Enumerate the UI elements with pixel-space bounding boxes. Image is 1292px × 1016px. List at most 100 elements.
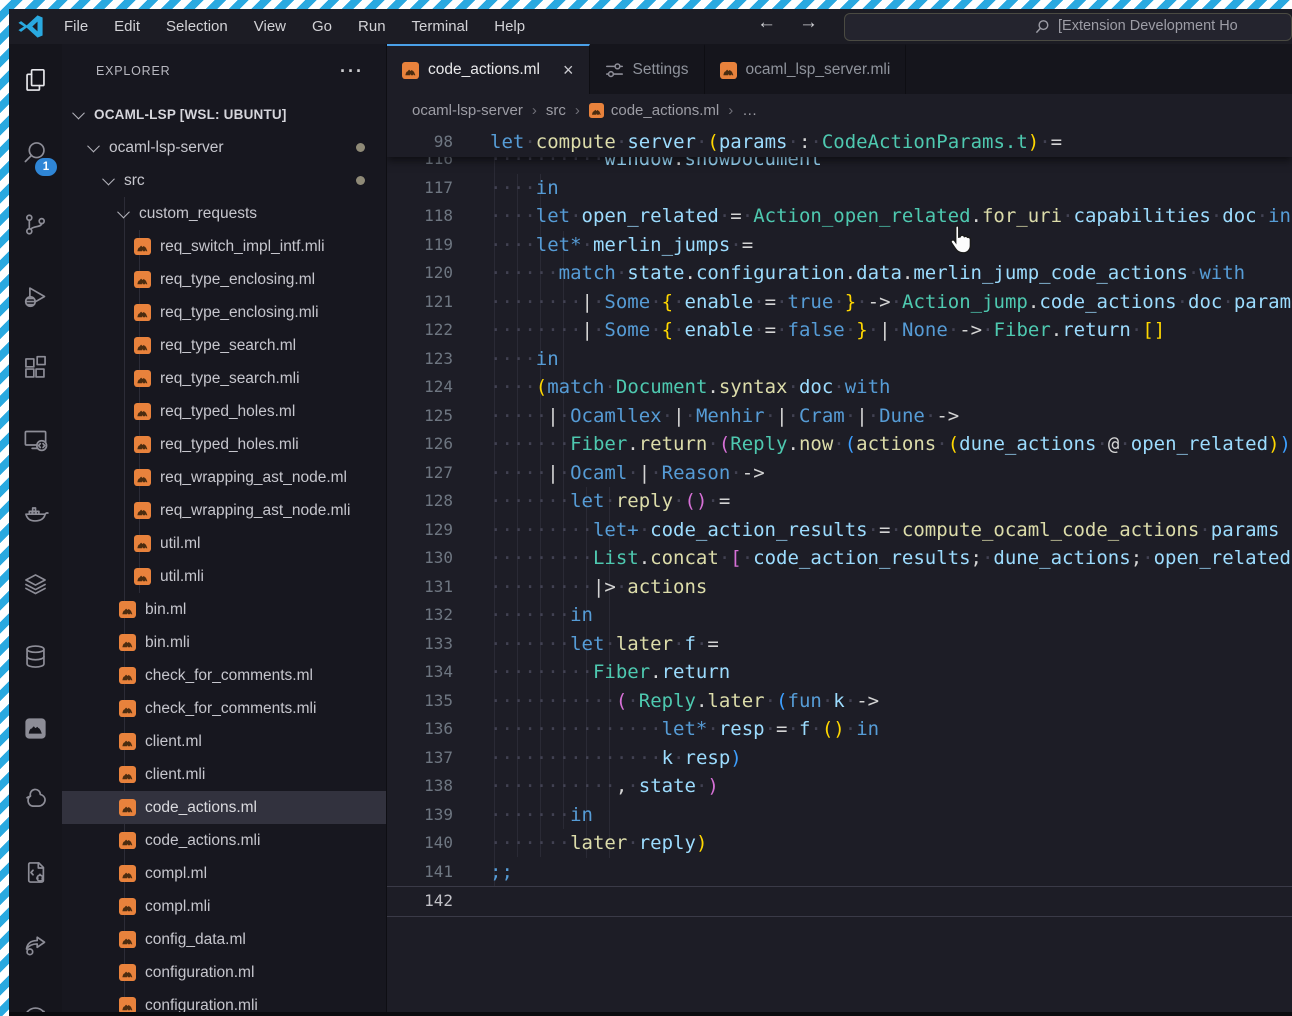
layers-icon[interactable] (9, 548, 62, 620)
tree-item-ocaml-lsp-server[interactable]: ocaml-lsp-server (62, 131, 386, 164)
tree-item-req_type_enclosing.mli[interactable]: req_type_enclosing.mli (62, 296, 386, 329)
code-viewport[interactable]: 116··········window.showDocument117····i… (387, 127, 1292, 1016)
tree-item-OCAML-LSP [WSL: UBUNTU][interactable]: OCAML-LSP [WSL: UBUNTU] (62, 98, 386, 131)
menu-terminal[interactable]: Terminal (399, 18, 482, 35)
code-line-121[interactable]: 121········|·Some·{·enable·=·true·}·->·A… (387, 288, 1292, 317)
tree-item-configuration.ml[interactable]: configuration.ml (62, 956, 386, 989)
tree-item-code_actions.mli[interactable]: code_actions.mli (62, 824, 386, 857)
tree-item-req_type_search.ml[interactable]: req_type_search.ml (62, 329, 386, 362)
extensions-icon[interactable] (9, 332, 62, 404)
code-line-127[interactable]: 127·····|·Ocaml·|·Reason·-> (387, 459, 1292, 488)
breadcrumb-item[interactable]: code_actions.ml (589, 102, 719, 119)
close-icon[interactable]: × (563, 60, 574, 81)
code-line-119[interactable]: 119····let*·merlin_jumps·= (387, 231, 1292, 260)
search-icon[interactable]: 1 (9, 116, 62, 188)
code-line-139[interactable]: 139·······in (387, 801, 1292, 830)
tree-item-custom_requests[interactable]: custom_requests (62, 197, 386, 230)
code-line-137[interactable]: 137···············k·resp) (387, 744, 1292, 773)
menu-selection[interactable]: Selection (153, 18, 241, 35)
tools-file-icon[interactable] (9, 836, 62, 908)
tab-Settings[interactable]: Settings (590, 44, 705, 94)
sticky-scroll-line[interactable]: 98let·compute·server·(params·:·CodeActio… (387, 127, 1292, 157)
menu-run[interactable]: Run (345, 18, 399, 35)
code-lines: 116··········window.showDocument117····i… (387, 145, 1292, 917)
explorer-icon[interactable] (9, 44, 62, 116)
tree-item-req_typed_holes.ml[interactable]: req_typed_holes.ml (62, 395, 386, 428)
share-icon[interactable] (9, 908, 62, 980)
remote-explorer-icon[interactable] (9, 404, 62, 476)
code-line-136[interactable]: 136···············let*·resp·=·f·()·in (387, 715, 1292, 744)
line-number: 134 (387, 658, 490, 687)
breadcrumb-item[interactable]: … (742, 102, 757, 119)
tree-item-req_wrapping_ast_node.mli[interactable]: req_wrapping_ast_node.mli (62, 494, 386, 527)
tree-item-client.ml[interactable]: client.ml (62, 725, 386, 758)
code-line-133[interactable]: 133·······let·later·f·= (387, 630, 1292, 659)
code-line-141[interactable]: 141;; (387, 858, 1292, 887)
code-line-134[interactable]: 134·········Fiber.return (387, 658, 1292, 687)
tree-item-util.mli[interactable]: util.mli (62, 560, 386, 593)
code-line-123[interactable]: 123····in (387, 345, 1292, 374)
code-line-118[interactable]: 118····let·open_related·=·Action_open_re… (387, 202, 1292, 231)
tree-item-compl.ml[interactable]: compl.ml (62, 857, 386, 890)
code-line-124[interactable]: 124····(match·Document.syntax·doc·with (387, 373, 1292, 402)
source-control-icon[interactable] (9, 188, 62, 260)
workbench: 1 EXPLORER ··· OCAML-LSP [WSL: UBUNTU]oc… (9, 44, 1292, 1016)
nav-back-icon[interactable]: ← (757, 12, 776, 34)
menu-help[interactable]: Help (481, 18, 538, 35)
menu-view[interactable]: View (241, 18, 299, 35)
ocaml-file-icon (134, 502, 151, 519)
ocaml-icon[interactable] (9, 692, 62, 764)
tree-item-src[interactable]: src (62, 164, 386, 197)
tree-item-req_typed_holes.mli[interactable]: req_typed_holes.mli (62, 428, 386, 461)
menu-go[interactable]: Go (299, 18, 345, 35)
sidebar-more-actions-icon[interactable]: ··· (340, 61, 364, 82)
ocaml-file-icon (134, 568, 151, 585)
tree-item-client.mli[interactable]: client.mli (62, 758, 386, 791)
line-number: 131 (387, 573, 490, 602)
run-and-debug-icon[interactable] (9, 260, 62, 332)
tree-item-check_for_comments.mli[interactable]: check_for_comments.mli (62, 692, 386, 725)
tree-item-bin.mli[interactable]: bin.mli (62, 626, 386, 659)
tree-item-config_data.ml[interactable]: config_data.ml (62, 923, 386, 956)
ocaml-file-icon (134, 337, 151, 354)
tree-item-req_type_enclosing.ml[interactable]: req_type_enclosing.ml (62, 263, 386, 296)
command-center-search[interactable]: [Extension Development Ho (844, 13, 1292, 41)
tree-item-bin.ml[interactable]: bin.ml (62, 593, 386, 626)
tree-item-util.ml[interactable]: util.ml (62, 527, 386, 560)
code-line-129[interactable]: 129·········let+·code_action_results·=·c… (387, 516, 1292, 545)
code-line-98[interactable]: 98let·compute·server·(params·:·CodeActio… (387, 127, 1292, 157)
tree-item-code_actions.ml[interactable]: code_actions.ml (62, 791, 386, 824)
code-line-122[interactable]: 122········|·Some·{·enable·=·false·}·|·N… (387, 316, 1292, 345)
code-line-117[interactable]: 117····in (387, 174, 1292, 203)
breadcrumb[interactable]: ocaml-lsp-server›src›code_actions.ml›… (387, 94, 1292, 127)
search-placeholder-text: [Extension Development Ho (1058, 18, 1238, 34)
tab-ocaml_lsp_server.mli[interactable]: ocaml_lsp_server.mli (705, 44, 907, 94)
menu-file[interactable]: File (51, 18, 101, 35)
code-line-140[interactable]: 140·······later·reply) (387, 829, 1292, 858)
tree-item-req_wrapping_ast_node.ml[interactable]: req_wrapping_ast_node.ml (62, 461, 386, 494)
tree-item-req_switch_impl_intf.mli[interactable]: req_switch_impl_intf.mli (62, 230, 386, 263)
code-line-120[interactable]: 120······match·state.configuration.data.… (387, 259, 1292, 288)
database-icon[interactable] (9, 620, 62, 692)
tab-code_actions.ml[interactable]: code_actions.ml× (387, 44, 590, 94)
globe-partial-icon[interactable] (9, 980, 62, 1016)
breadcrumb-item[interactable]: ocaml-lsp-server (412, 102, 523, 119)
duck-icon[interactable] (9, 764, 62, 836)
code-line-135[interactable]: 135···········(·Reply.later·(fun·k·-> (387, 687, 1292, 716)
tree-item-compl.mli[interactable]: compl.mli (62, 890, 386, 923)
code-line-125[interactable]: 125·····|·Ocamllex·|·Menhir·|·Cram·|·Dun… (387, 402, 1292, 431)
code-line-132[interactable]: 132·······in (387, 601, 1292, 630)
code-line-130[interactable]: 130·········List.concat·[·code_action_re… (387, 544, 1292, 573)
line-number: 117 (387, 174, 490, 203)
code-line-128[interactable]: 128·······let·reply·()·= (387, 487, 1292, 516)
code-line-138[interactable]: 138···········,·state·) (387, 772, 1292, 801)
tree-item-req_type_search.mli[interactable]: req_type_search.mli (62, 362, 386, 395)
nav-forward-icon[interactable]: → (799, 12, 818, 34)
breadcrumb-item[interactable]: src (546, 102, 566, 119)
code-line-131[interactable]: 131·········|>·actions (387, 573, 1292, 602)
code-line-126[interactable]: 126·······Fiber.return·(Reply.now·(actio… (387, 430, 1292, 459)
menu-edit[interactable]: Edit (101, 18, 153, 35)
code-line-142[interactable]: 142 (387, 886, 1292, 917)
docker-icon[interactable] (9, 476, 62, 548)
tree-item-check_for_comments.ml[interactable]: check_for_comments.ml (62, 659, 386, 692)
